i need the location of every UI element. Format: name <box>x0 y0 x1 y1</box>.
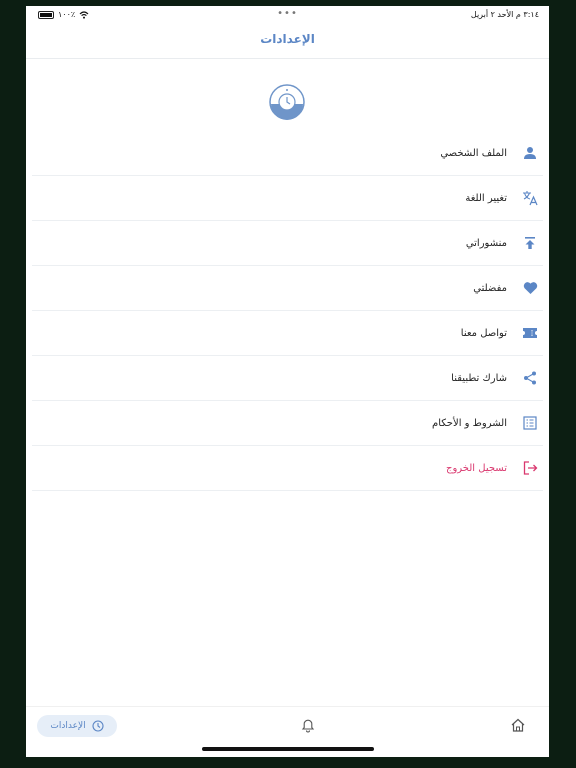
menu-item-label: منشوراتي <box>465 237 507 249</box>
menu-item-label: الملف الشخصي <box>440 147 507 159</box>
menu-item-terms[interactable]: الشروط و الأحكام <box>32 401 543 446</box>
upload-icon <box>521 234 539 252</box>
page-title: الإعدادات <box>260 32 315 46</box>
menu-item-profile[interactable]: الملف الشخصي <box>32 131 543 176</box>
menu-item-label: تواصل معنا <box>460 327 507 339</box>
menu-item-language[interactable]: تغيير اللغة <box>32 176 543 221</box>
menu-item-label: تغيير اللغة <box>465 192 507 204</box>
nav-settings-label: الإعدادات <box>50 721 86 731</box>
menu-item-favorites[interactable]: مفضلتي <box>32 266 543 311</box>
header: الإعدادات <box>26 24 549 59</box>
logout-icon <box>521 459 539 477</box>
share-icon <box>521 369 539 387</box>
battery-icon <box>38 10 54 19</box>
device-screen: ١٠٠٪ ••• ٣:١٤ م الأحد ٢ أبريل الإعدادات <box>26 6 549 757</box>
settings-menu: الملف الشخصي تغيير اللغة منشوراتي مفضلتي… <box>26 131 549 491</box>
menu-item-share-app[interactable]: شارك تطبيقنا <box>32 356 543 401</box>
ticket-icon <box>521 324 539 342</box>
translate-icon <box>521 189 539 207</box>
menu-item-label: الشروط و الأحكام <box>432 417 507 429</box>
document-list-icon <box>521 414 539 432</box>
heart-icon <box>521 279 539 297</box>
menu-item-contact-us[interactable]: تواصل معنا <box>32 311 543 356</box>
bell-icon[interactable] <box>300 717 316 733</box>
multitask-dots[interactable]: ••• <box>277 8 298 19</box>
wifi-icon <box>79 10 89 19</box>
battery-text: ١٠٠٪ <box>58 10 76 19</box>
menu-item-logout[interactable]: تسجيل الخروج <box>32 446 543 491</box>
settings-clock-icon <box>92 720 104 732</box>
person-icon <box>521 144 539 162</box>
menu-item-label: تسجيل الخروج <box>445 462 507 474</box>
home-icon[interactable] <box>510 717 526 733</box>
menu-item-my-posts[interactable]: منشوراتي <box>32 221 543 266</box>
home-indicator[interactable] <box>202 747 374 751</box>
status-time-date: ٣:١٤ م الأحد ٢ أبريل <box>470 10 539 19</box>
menu-item-label: شارك تطبيقنا <box>451 372 507 384</box>
app-logo <box>269 84 305 120</box>
menu-item-label: مفضلتي <box>473 282 507 294</box>
status-bar: ١٠٠٪ ••• ٣:١٤ م الأحد ٢ أبريل <box>26 6 549 24</box>
nav-settings-button[interactable]: الإعدادات <box>37 715 117 737</box>
status-left: ١٠٠٪ <box>38 10 89 19</box>
